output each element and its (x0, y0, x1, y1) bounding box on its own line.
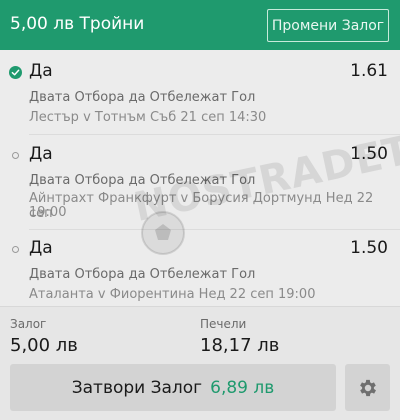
gear-icon (359, 379, 376, 396)
selection-item: Да 1.50 Двата Отбора да Отбележат Гол Ат… (0, 235, 400, 305)
selection-event: Аталанта v Фиорентина Нед 22 сеп 19:00 (29, 287, 316, 302)
bet-title: 5,00 лв Тройни (10, 14, 145, 34)
selection-odds: 1.61 (350, 61, 388, 81)
change-bet-button[interactable]: Промени Залог (267, 9, 389, 42)
selection-odds: 1.50 (350, 238, 388, 258)
cashout-button[interactable]: Затвори Залог 6,89 лв (10, 364, 336, 411)
cashout-amount: 6,89 лв (210, 377, 275, 398)
selection-market: Двата Отбора да Отбележат Гол (29, 267, 256, 282)
returns-value: 18,17 лв (200, 335, 280, 356)
circle-outline-icon (12, 246, 19, 253)
bet-footer: Залог 5,00 лв Печели 18,17 лв Затвори За… (0, 306, 400, 420)
settings-button[interactable] (345, 364, 390, 411)
selection-event: Лестър v Тотнъм Съб 21 сеп 14:30 (29, 110, 267, 125)
cashout-label: Затвори Залог (71, 377, 203, 398)
selection-name: Да (29, 238, 53, 258)
selection-item: Да 1.61 Двата Отбора да Отбележат Гол Ле… (0, 58, 400, 132)
divider (29, 134, 400, 135)
selection-event-time: 19:00 (29, 205, 67, 220)
selection-item: Да 1.50 Двата Отбора да Отбележат Гол Ай… (0, 141, 400, 227)
circle-outline-icon (12, 152, 19, 159)
selection-odds: 1.50 (350, 144, 388, 164)
stake-value: 5,00 лв (10, 335, 78, 356)
divider (29, 229, 400, 230)
selection-name: Да (29, 61, 53, 81)
selection-event: Айнтрахт Франкфурт v Борусия Дортмунд Не… (29, 191, 374, 221)
selection-market: Двата Отбора да Отбележат Гол (29, 90, 256, 105)
check-circle-icon (9, 66, 22, 79)
returns-label: Печели (200, 317, 247, 331)
bet-header: 5,00 лв Тройни Промени Залог (0, 0, 400, 50)
stake-label: Залог (10, 317, 47, 331)
selection-name: Да (29, 144, 53, 164)
selection-market: Двата Отбора да Отбележат Гол (29, 173, 256, 188)
